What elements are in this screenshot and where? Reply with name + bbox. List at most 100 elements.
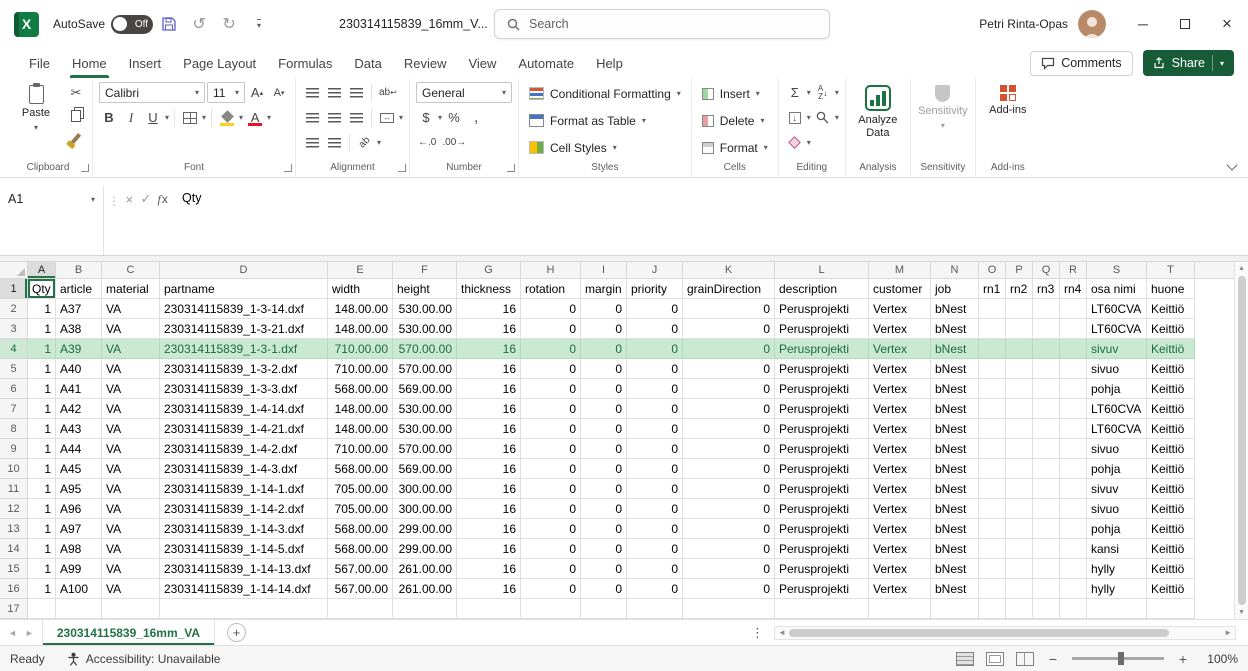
cell[interactable]: Vertex bbox=[869, 419, 931, 439]
cell[interactable] bbox=[581, 599, 627, 619]
cell[interactable]: A100 bbox=[56, 579, 102, 599]
cell[interactable]: 300.00.00 bbox=[393, 479, 457, 499]
normal-view-button[interactable] bbox=[956, 652, 974, 666]
font-color-dropdown-icon[interactable]: ▾ bbox=[267, 113, 271, 122]
cell[interactable]: 16 bbox=[457, 359, 521, 379]
decrease-decimal-button[interactable]: .00→ bbox=[440, 132, 468, 153]
cell[interactable] bbox=[1033, 399, 1060, 419]
cell[interactable]: 0 bbox=[521, 359, 581, 379]
cell[interactable] bbox=[1060, 319, 1087, 339]
cell[interactable]: 0 bbox=[683, 519, 775, 539]
cell[interactable] bbox=[1006, 339, 1033, 359]
cell[interactable]: 230314115839_1-4-3.dxf bbox=[160, 459, 328, 479]
cell[interactable]: 0 bbox=[581, 479, 627, 499]
cell[interactable] bbox=[1060, 419, 1087, 439]
clear-button[interactable] bbox=[785, 132, 805, 153]
cell[interactable] bbox=[979, 559, 1006, 579]
cell[interactable]: 0 bbox=[627, 319, 683, 339]
cell[interactable]: 1 bbox=[28, 479, 56, 499]
addins-button[interactable]: Add-ins bbox=[982, 82, 1034, 117]
cell[interactable]: 16 bbox=[457, 579, 521, 599]
font-name-select[interactable]: Calibri▾ bbox=[99, 82, 205, 103]
cell[interactable] bbox=[1060, 359, 1087, 379]
cell[interactable]: VA bbox=[102, 359, 160, 379]
search-input[interactable]: Search bbox=[494, 9, 830, 39]
increase-font-size-button[interactable]: A▴ bbox=[247, 82, 267, 103]
cell[interactable] bbox=[979, 319, 1006, 339]
cell[interactable] bbox=[1006, 599, 1033, 619]
cell[interactable]: 16 bbox=[457, 559, 521, 579]
cell[interactable]: Vertex bbox=[869, 559, 931, 579]
row-header-6[interactable]: 6 bbox=[0, 379, 28, 399]
cell[interactable] bbox=[1060, 599, 1087, 619]
cell[interactable] bbox=[1006, 359, 1033, 379]
sensitivity-button[interactable]: Sensitivity ▾ bbox=[917, 82, 969, 130]
cell[interactable]: 1 bbox=[28, 399, 56, 419]
cell[interactable]: 0 bbox=[521, 319, 581, 339]
row-header-10[interactable]: 10 bbox=[0, 459, 28, 479]
menu-tab-view[interactable]: View bbox=[457, 48, 507, 78]
cell[interactable]: 1 bbox=[28, 499, 56, 519]
column-header-O[interactable]: O bbox=[979, 262, 1006, 279]
cell[interactable]: A37 bbox=[56, 299, 102, 319]
cell[interactable]: Perusprojekti bbox=[775, 359, 869, 379]
cell[interactable]: Vertex bbox=[869, 479, 931, 499]
cell[interactable] bbox=[1006, 439, 1033, 459]
cell[interactable]: 0 bbox=[581, 559, 627, 579]
cell[interactable] bbox=[869, 599, 931, 619]
row-header-11[interactable]: 11 bbox=[0, 479, 28, 499]
comma-style-button[interactable]: , bbox=[466, 107, 486, 128]
cell[interactable]: A43 bbox=[56, 419, 102, 439]
clear-dropdown-icon[interactable]: ▾ bbox=[807, 138, 811, 147]
cell[interactable] bbox=[979, 399, 1006, 419]
cell[interactable]: 0 bbox=[521, 339, 581, 359]
cell[interactable] bbox=[1033, 419, 1060, 439]
cell[interactable]: 0 bbox=[683, 499, 775, 519]
select-all-button[interactable] bbox=[0, 262, 28, 279]
cell[interactable]: 0 bbox=[521, 479, 581, 499]
row-header-16[interactable]: 16 bbox=[0, 579, 28, 599]
cell[interactable]: pohja bbox=[1087, 379, 1147, 399]
cell[interactable]: 0 bbox=[581, 439, 627, 459]
cell[interactable]: sivuo bbox=[1087, 439, 1147, 459]
cell[interactable]: VA bbox=[102, 459, 160, 479]
cell[interactable] bbox=[1060, 499, 1087, 519]
cell[interactable]: huone bbox=[1147, 279, 1195, 299]
scroll-up-icon[interactable]: ▲ bbox=[1238, 263, 1245, 274]
cell[interactable] bbox=[1006, 299, 1033, 319]
format-as-table-button[interactable]: Format as Table▾ bbox=[525, 109, 685, 132]
cell[interactable]: 0 bbox=[521, 419, 581, 439]
cell[interactable]: Vertex bbox=[869, 379, 931, 399]
cell[interactable]: Keittiö bbox=[1147, 399, 1195, 419]
cell[interactable]: Vertex bbox=[869, 339, 931, 359]
horizontal-scroll-thumb[interactable] bbox=[789, 629, 1169, 637]
next-sheet-icon[interactable]: ► bbox=[25, 628, 34, 638]
cell[interactable]: Perusprojekti bbox=[775, 439, 869, 459]
cell[interactable]: 568.00.00 bbox=[328, 379, 393, 399]
cell[interactable]: Vertex bbox=[869, 499, 931, 519]
quick-access-customize-button[interactable]: ▾ bbox=[245, 10, 273, 38]
format-cells-button[interactable]: Format▾ bbox=[698, 136, 772, 159]
undo-button[interactable]: ↺ bbox=[185, 10, 213, 38]
cell[interactable]: Perusprojekti bbox=[775, 479, 869, 499]
cell[interactable]: LT60CVA bbox=[1087, 319, 1147, 339]
menu-tab-automate[interactable]: Automate bbox=[507, 48, 585, 78]
cell[interactable]: Perusprojekti bbox=[775, 299, 869, 319]
cell[interactable]: Keittiö bbox=[1147, 339, 1195, 359]
clipboard-dialog-launcher-icon[interactable] bbox=[81, 164, 89, 172]
cell[interactable]: 570.00.00 bbox=[393, 439, 457, 459]
cell[interactable]: 1 bbox=[28, 379, 56, 399]
cell[interactable]: 230314115839_1-4-2.dxf bbox=[160, 439, 328, 459]
cell[interactable]: 16 bbox=[457, 439, 521, 459]
analyze-data-button[interactable]: Analyze Data bbox=[852, 82, 904, 139]
cell[interactable] bbox=[1033, 359, 1060, 379]
cell[interactable]: 0 bbox=[581, 319, 627, 339]
comments-button[interactable]: Comments bbox=[1030, 51, 1132, 76]
cell[interactable]: VA bbox=[102, 319, 160, 339]
increase-decimal-button[interactable]: ←.0 bbox=[416, 132, 438, 153]
formula-input[interactable]: Qty bbox=[174, 186, 1248, 255]
cell[interactable]: A40 bbox=[56, 359, 102, 379]
row-header-12[interactable]: 12 bbox=[0, 499, 28, 519]
alignment-dialog-launcher-icon[interactable] bbox=[398, 164, 406, 172]
cell[interactable]: 0 bbox=[521, 379, 581, 399]
